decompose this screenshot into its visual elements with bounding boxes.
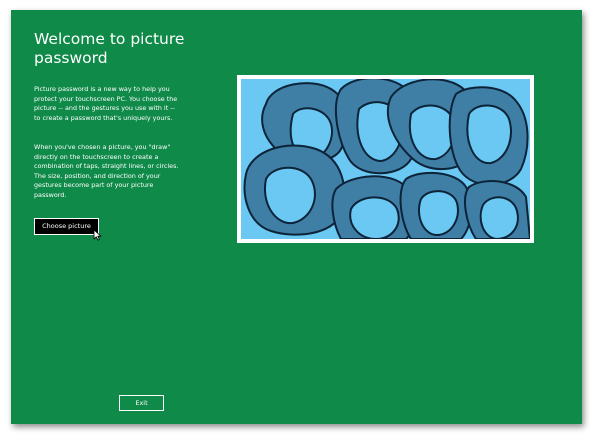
description-paragraph-2: When you've chosen a picture, you "draw"… xyxy=(34,143,179,199)
choose-picture-button[interactable]: Choose picture xyxy=(33,217,100,236)
description-paragraph-1: Picture password is a new way to help yo… xyxy=(34,85,178,122)
picture-password-window: Welcome to picture password Picture pass… xyxy=(11,10,582,424)
exit-button[interactable]: Exit xyxy=(119,395,164,411)
mouse-pointer-icon xyxy=(93,229,102,241)
page-title: Welcome to picture password xyxy=(34,30,185,67)
sample-picture xyxy=(241,79,530,239)
sample-picture-frame xyxy=(237,75,534,243)
